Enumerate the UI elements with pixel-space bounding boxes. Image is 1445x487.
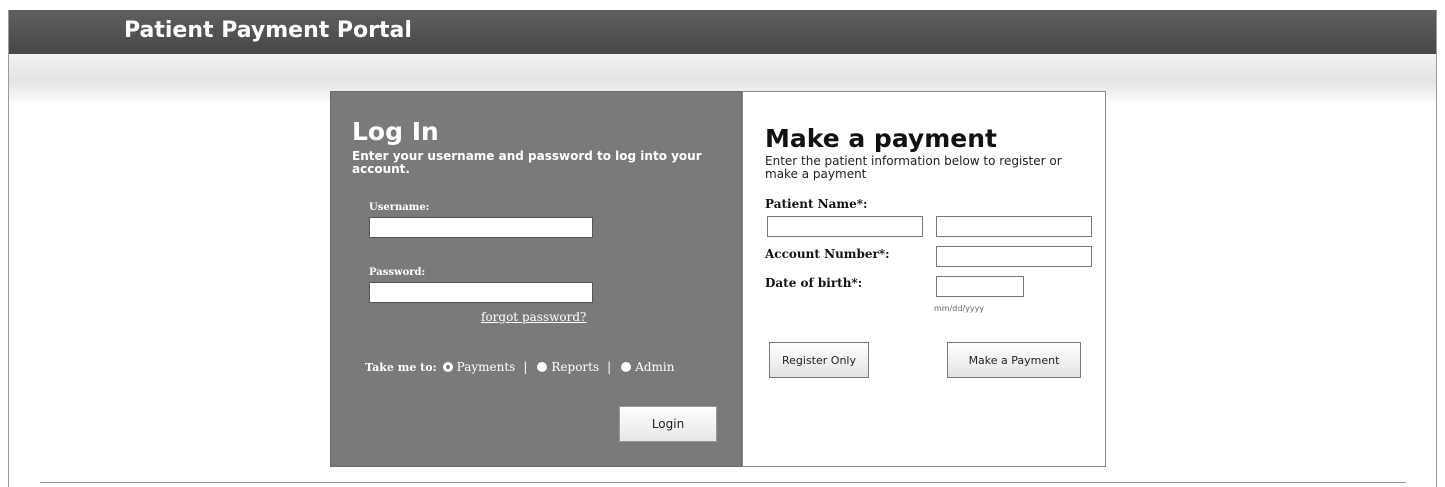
separator: | xyxy=(607,360,612,374)
destination-selector: Take me to: Payments | Reports | Admin xyxy=(365,360,682,374)
login-panel: Log In Enter your username and password … xyxy=(330,91,742,467)
page-title: Patient Payment Portal xyxy=(124,18,412,43)
login-description: Enter your username and password to log … xyxy=(352,149,702,176)
password-input[interactable] xyxy=(369,282,593,303)
patient-name-label: Patient Name*: xyxy=(765,197,868,211)
register-only-button[interactable]: Register Only xyxy=(769,342,869,378)
username-input[interactable] xyxy=(369,217,593,238)
payment-panel: Make a payment Enter the patient informa… xyxy=(742,91,1106,467)
login-title: Log In xyxy=(352,117,439,146)
date-format-hint: mm/dd/yyyy xyxy=(934,304,985,313)
bottom-divider xyxy=(40,482,1406,483)
take-me-label: Take me to: xyxy=(365,360,437,374)
account-number-label: Account Number*: xyxy=(765,247,890,261)
password-label: Password: xyxy=(369,267,426,278)
option-reports[interactable]: Reports xyxy=(537,360,599,374)
first-name-input[interactable] xyxy=(767,216,923,237)
option-payments[interactable]: Payments xyxy=(442,360,516,374)
radio-unselected-icon[interactable] xyxy=(537,362,548,372)
header-bar: Patient Payment Portal xyxy=(9,10,1436,54)
option-admin[interactable]: Admin xyxy=(621,360,674,374)
option-label: Reports xyxy=(551,360,600,374)
payment-description: Enter the patient information below to r… xyxy=(765,154,1062,181)
last-name-input[interactable] xyxy=(936,216,1092,237)
option-label: Payments xyxy=(456,360,516,374)
separator: | xyxy=(523,360,528,374)
payment-title: Make a payment xyxy=(765,124,997,153)
date-of-birth-label: Date of birth*: xyxy=(765,276,863,290)
option-label: Admin xyxy=(635,360,675,374)
radio-selected-icon[interactable] xyxy=(442,362,453,372)
date-of-birth-input[interactable] xyxy=(936,276,1024,297)
radio-unselected-icon[interactable] xyxy=(621,362,632,372)
make-payment-button[interactable]: Make a Payment xyxy=(947,342,1081,378)
account-number-input[interactable] xyxy=(936,246,1092,267)
login-button[interactable]: Login xyxy=(619,406,717,442)
forgot-password-link[interactable]: forgot password? xyxy=(481,310,586,324)
username-label: Username: xyxy=(369,202,430,213)
